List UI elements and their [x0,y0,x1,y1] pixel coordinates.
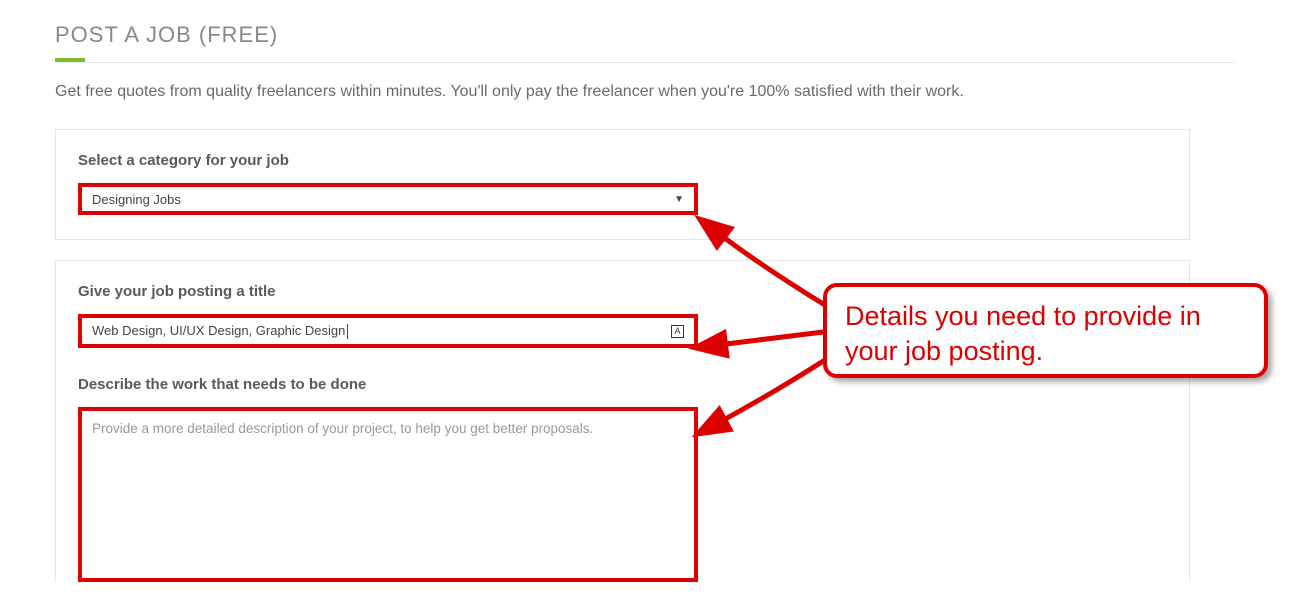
description-placeholder: Provide a more detailed description of y… [92,421,593,436]
category-selected-value: Designing Jobs [92,192,181,207]
annotation-callout-text: Details you need to provide in your job … [845,301,1201,366]
page-subtext: Get free quotes from quality freelancers… [55,83,1235,101]
title-accent-bar [55,58,85,62]
chevron-down-icon: ▼ [674,194,684,205]
text-cursor [347,324,348,339]
input-icon: A [671,325,684,338]
description-textarea[interactable]: Provide a more detailed description of y… [78,407,698,582]
description-label: Describe the work that needs to be done [78,376,1167,393]
page-title: POST A JOB (FREE) [55,22,1235,48]
title-underline [55,58,1235,63]
annotation-callout: Details you need to provide in your job … [823,283,1268,378]
job-title-value: Web Design, UI/UX Design, Graphic Design [92,323,345,338]
panel-category: Select a category for your job Designing… [55,129,1190,240]
category-label: Select a category for your job [78,152,1167,169]
job-title-input[interactable]: Web Design, UI/UX Design, Graphic Design… [78,314,698,348]
category-select[interactable]: Designing Jobs ▼ [78,183,698,215]
description-field-group: Describe the work that needs to be done … [78,376,1167,582]
